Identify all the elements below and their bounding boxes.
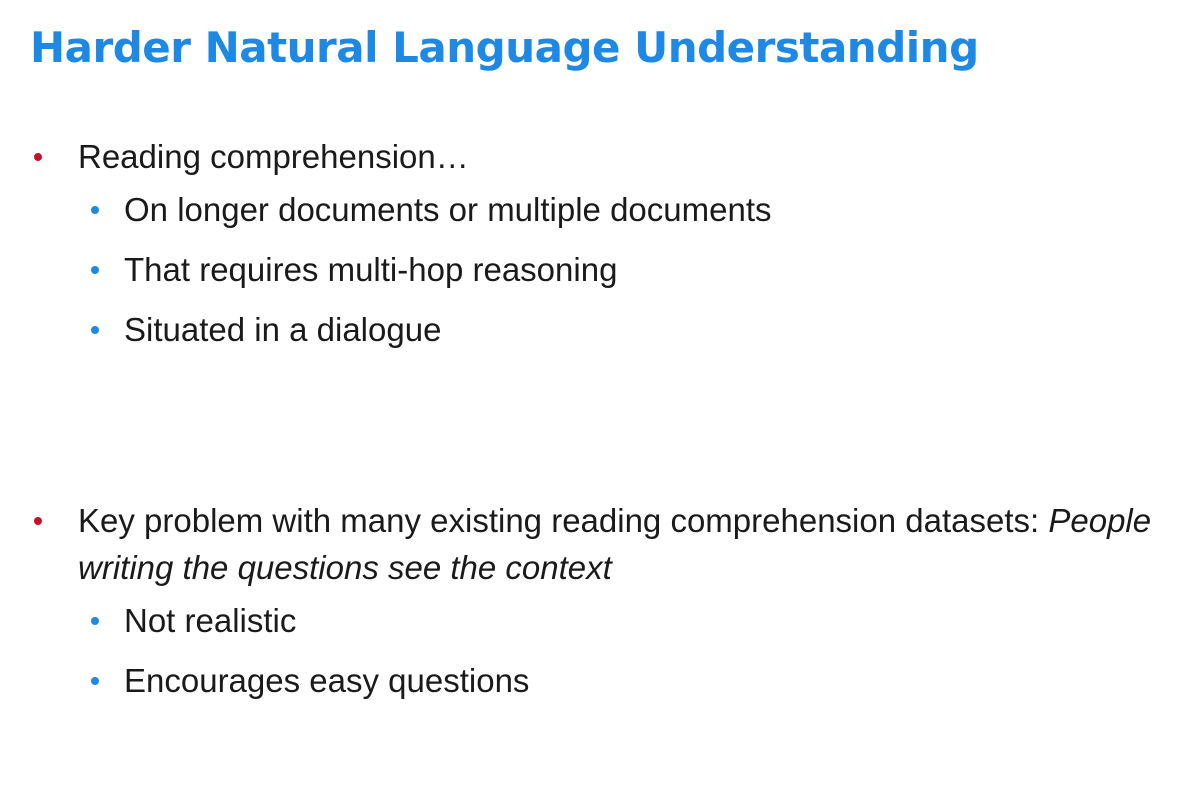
blue-bullet-icon <box>88 240 102 300</box>
sub-bullet-list: On longer documents or multiple document… <box>30 180 1170 360</box>
sub-bullet-list: Not realistic Encourages easy questions <box>30 591 1170 711</box>
bullet-text: Key problem with many existing reading c… <box>78 502 1040 539</box>
blue-bullet-icon <box>88 591 102 651</box>
bullet-reading-comprehension: Reading comprehension… <box>30 133 1170 180</box>
sub-bullet-text: Not realistic <box>124 602 297 639</box>
bullet-group-reading-comprehension: Reading comprehension… On longer documen… <box>30 133 1170 360</box>
sub-bullet-longer-documents: On longer documents or multiple document… <box>30 180 1170 240</box>
sub-bullet-dialogue: Situated in a dialogue <box>30 300 1170 360</box>
red-bullet-icon <box>30 133 46 180</box>
sub-bullet-text: On longer documents or multiple document… <box>124 191 772 228</box>
blue-bullet-icon <box>88 651 102 711</box>
bullet-key-problem: Key problem with many existing reading c… <box>30 497 1170 591</box>
sub-bullet-not-realistic: Not realistic <box>30 591 1170 651</box>
slide: Harder Natural Language Understanding Re… <box>0 0 1192 790</box>
sub-bullet-text: That requires multi-hop reasoning <box>124 251 618 288</box>
sub-bullet-text: Situated in a dialogue <box>124 311 442 348</box>
blue-bullet-icon <box>88 180 102 240</box>
bullet-group-key-problem: Key problem with many existing reading c… <box>30 497 1170 711</box>
sub-bullet-text: Encourages easy questions <box>124 662 530 699</box>
slide-title: Harder Natural Language Understanding <box>30 23 979 72</box>
sub-bullet-easy-questions: Encourages easy questions <box>30 651 1170 711</box>
red-bullet-icon <box>30 497 46 544</box>
blue-bullet-icon <box>88 300 102 360</box>
bullet-text: Reading comprehension… <box>78 138 469 175</box>
sub-bullet-multi-hop: That requires multi-hop reasoning <box>30 240 1170 300</box>
